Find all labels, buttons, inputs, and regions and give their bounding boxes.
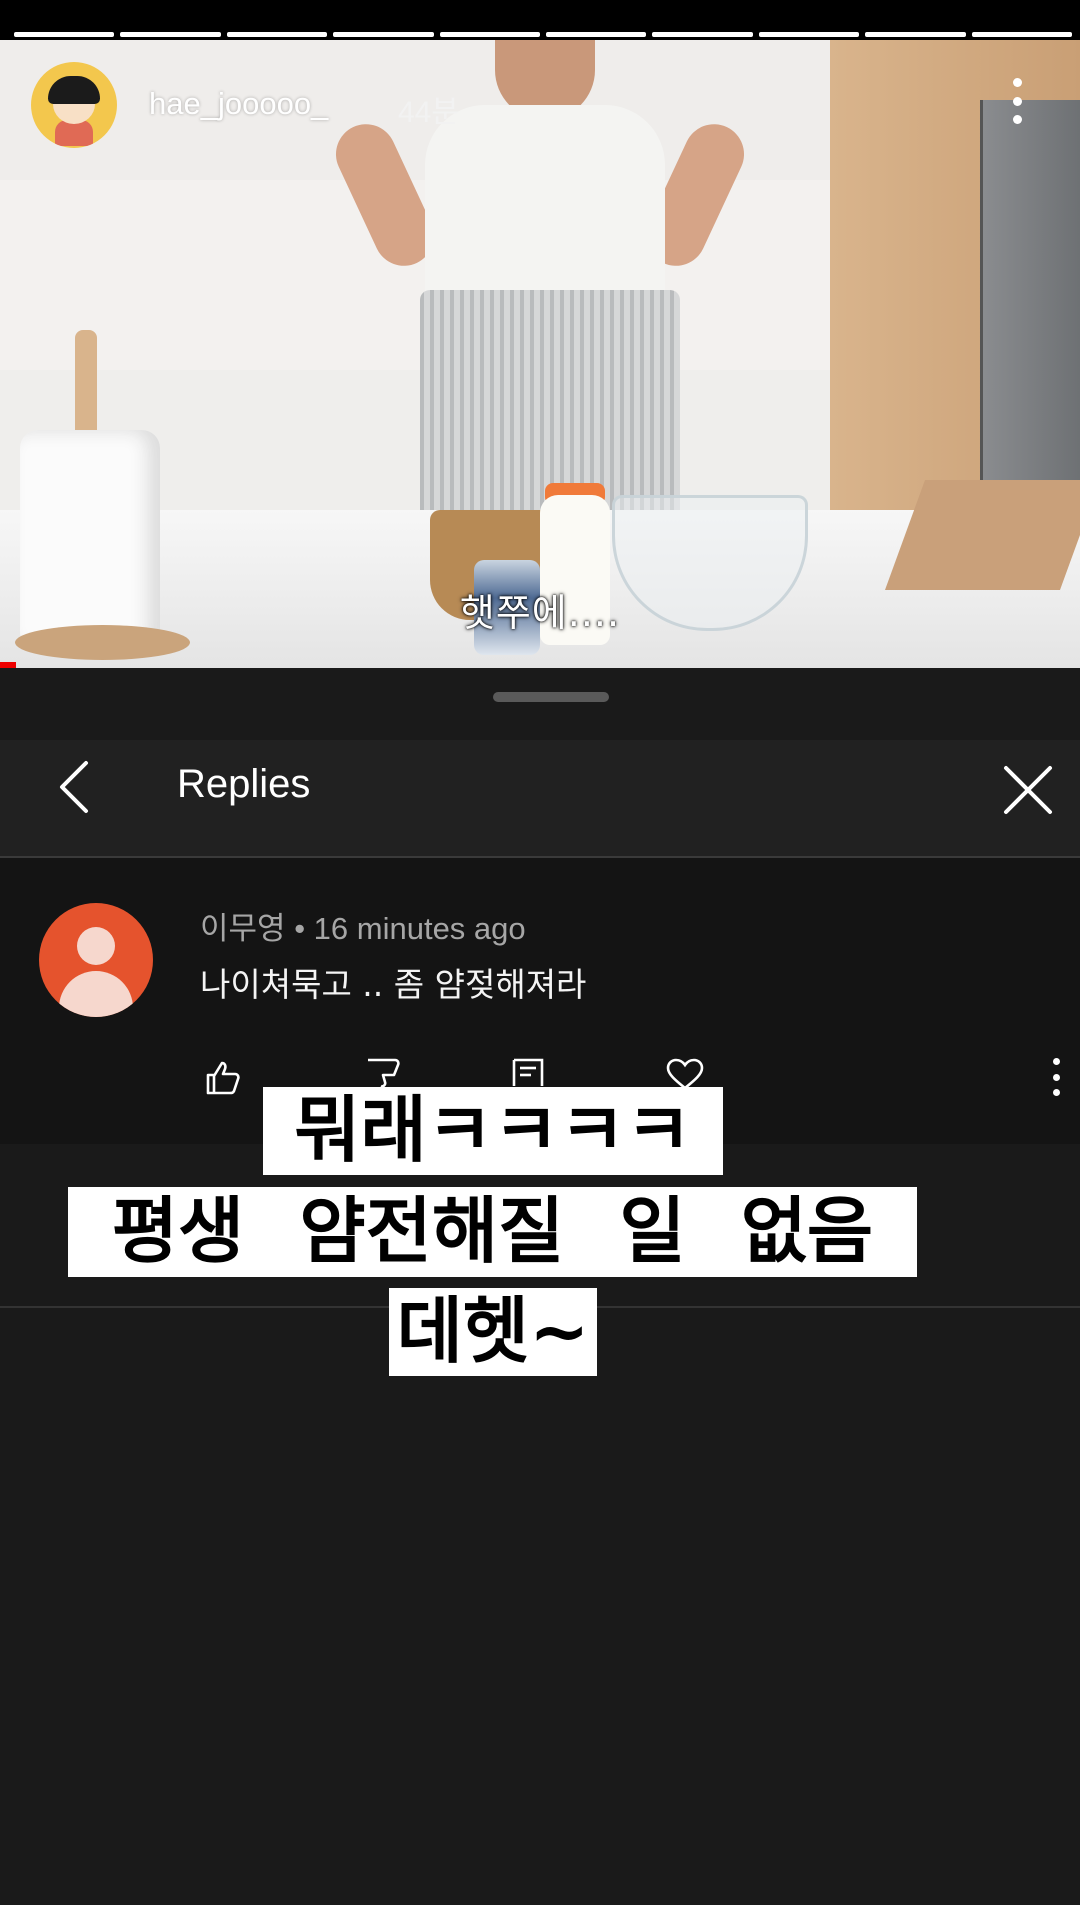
progress-segment — [226, 32, 328, 37]
reply-icon[interactable] — [509, 1058, 549, 1088]
story-avatar[interactable] — [31, 62, 117, 148]
comment-meta: 이무영 • 16 minutes ago — [200, 903, 526, 948]
close-icon[interactable] — [1000, 762, 1056, 818]
avatar-hair — [48, 76, 100, 104]
dot — [1052, 1073, 1060, 1081]
progress-segment — [333, 32, 434, 37]
dot — [1052, 1089, 1060, 1096]
background-fridge — [980, 100, 1080, 510]
progress-segment — [652, 32, 753, 37]
person-shirt — [425, 105, 665, 320]
replies-title: Replies — [177, 762, 311, 806]
thumbs-up-icon[interactable] — [203, 1058, 243, 1098]
comment-text: 나이쳐묵고 .. 좀 얌젖해져라 — [200, 965, 587, 1004]
heart-icon[interactable] — [665, 1058, 705, 1088]
sheet-drag-handle[interactable] — [493, 692, 609, 702]
thumbs-down-icon[interactable] — [363, 1058, 403, 1088]
progress-segment — [14, 32, 115, 37]
dot — [1012, 115, 1022, 124]
comment-more-icon[interactable] — [1050, 1058, 1062, 1096]
progress-segment — [865, 32, 966, 37]
progress-segment — [758, 32, 860, 37]
chevron-left-icon[interactable] — [50, 757, 100, 817]
caption-line-1: 뭐래ㅋㅋㅋㅋ — [263, 1087, 723, 1175]
story-progress-bar — [14, 32, 1073, 37]
story-username[interactable]: hae_jooooo_ — [149, 86, 328, 122]
dot — [1052, 1058, 1060, 1065]
caption-line-3: 데헷~ — [389, 1288, 597, 1376]
video-subtitle: 햇쭈에.... — [459, 591, 621, 635]
meta-separator: • — [294, 911, 306, 946]
caption-line-2: 평생 얌전해질 일 없음 — [68, 1187, 917, 1277]
avatar-head — [77, 927, 115, 965]
story-time: 44분 — [398, 96, 459, 129]
progress-segment — [546, 32, 647, 37]
comment-timestamp: 16 minutes ago — [313, 911, 526, 946]
dot — [1012, 96, 1022, 106]
replies-header — [0, 740, 1080, 858]
commenter-avatar[interactable] — [39, 903, 153, 1017]
progress-segment — [439, 32, 541, 37]
more-options-icon[interactable] — [1008, 78, 1026, 124]
avatar-shoulders — [59, 971, 133, 1017]
video-frame[interactable] — [0, 40, 1080, 668]
progress-segment — [971, 32, 1073, 37]
comment-author[interactable]: 이무영 — [200, 911, 286, 946]
dot — [1012, 78, 1022, 87]
progress-segment — [120, 32, 221, 37]
